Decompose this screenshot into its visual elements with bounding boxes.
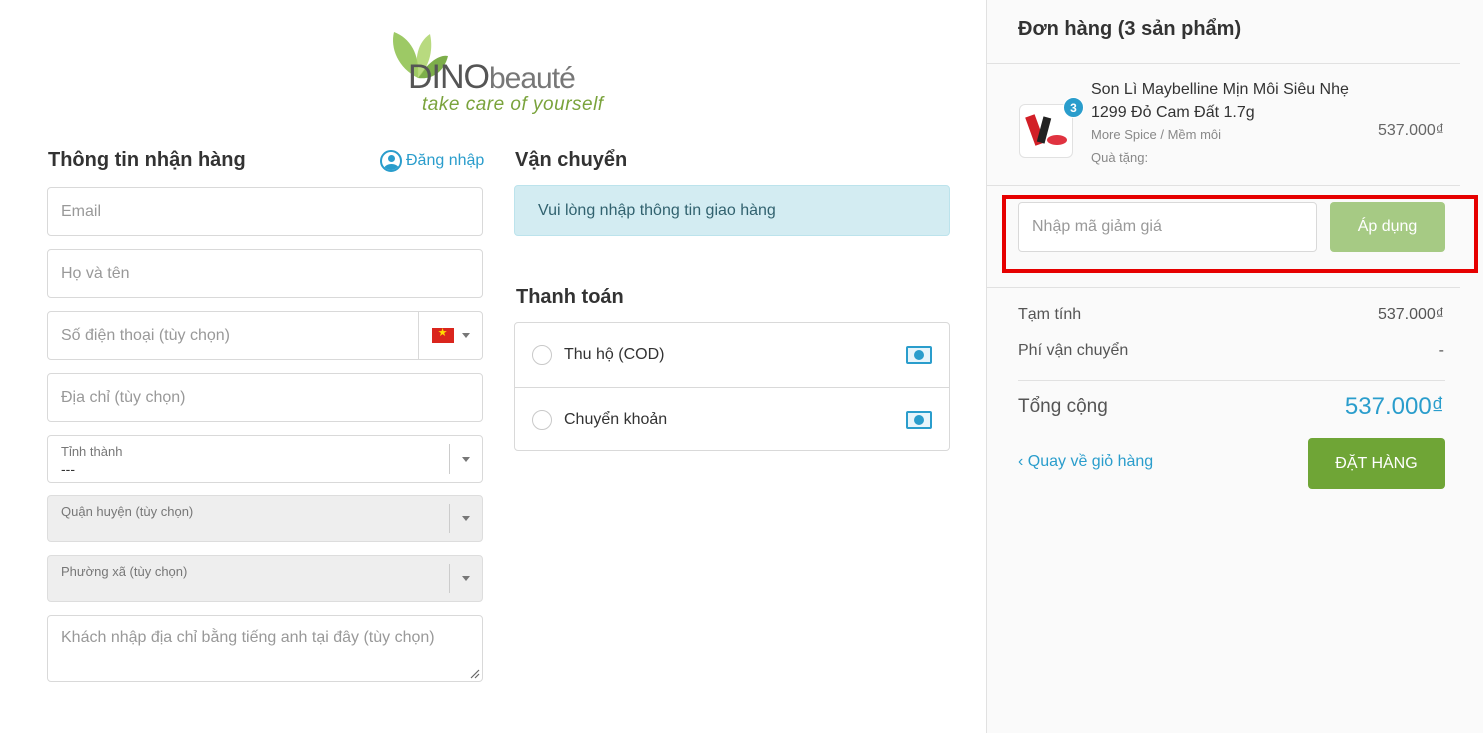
logo-brand-sub: beauté (489, 62, 576, 95)
subtotal-value: 537.000₫ (1377, 306, 1444, 323)
quantity-badge: 3 (1063, 97, 1084, 118)
total-value: 537.000₫ (1344, 393, 1444, 420)
ward-select[interactable]: Phường xã (tùy chọn) (47, 555, 483, 602)
logo-brand-main: DINO (408, 58, 490, 96)
divider (987, 185, 1460, 186)
vietnam-flag-icon (431, 326, 454, 343)
chevron-down-icon (462, 456, 470, 462)
english-address-field[interactable] (47, 615, 483, 682)
resize-handle-icon[interactable] (468, 667, 480, 679)
checkout-page: DINObeauté take care of yourself Thông t… (0, 0, 1483, 733)
english-address-textarea[interactable] (48, 616, 482, 681)
logo-wordmark: DINObeauté (408, 58, 576, 97)
ward-label: Phường xã (tùy chọn) (61, 564, 188, 579)
payment-methods: Thu hộ (COD) Chuyển khoản (514, 322, 950, 451)
lips-shape (1047, 135, 1067, 145)
district-label: Quận huyện (tùy chọn) (61, 504, 194, 519)
district-select[interactable]: Quận huyện (tùy chọn) (47, 495, 483, 542)
address-input[interactable] (48, 374, 482, 421)
chevron-down-icon (462, 516, 470, 521)
payment-option-transfer[interactable]: Chuyển khoản (515, 387, 949, 451)
province-value: --- (61, 461, 75, 477)
fullname-input[interactable] (48, 250, 482, 297)
fullname-field[interactable] (47, 249, 483, 298)
divider (1018, 380, 1445, 381)
user-circle-icon (380, 150, 402, 172)
shipping-fee-label: Phí vận chuyển (1018, 342, 1129, 359)
coupon-field[interactable] (1018, 202, 1317, 252)
logo-tagline: take care of yourself (422, 94, 604, 115)
order-title: Đơn hàng (3 sản phẩm) (1018, 18, 1242, 40)
ward-dropdown-arrow[interactable] (449, 564, 482, 593)
payment-title: Thanh toán (516, 286, 624, 308)
cash-icon (906, 346, 932, 364)
product-gift: Quà tặng: (1091, 150, 1149, 165)
place-order-button[interactable]: ĐẶT HÀNG (1308, 438, 1445, 489)
shipping-notice: Vui lòng nhập thông tin giao hàng (514, 185, 950, 236)
province-select[interactable]: Tỉnh thành --- (47, 435, 483, 483)
product-variant: More Spice / Mềm môi (1091, 127, 1222, 142)
phone-input[interactable] (48, 312, 418, 359)
phone-field[interactable] (47, 311, 483, 360)
cash-icon (906, 410, 932, 429)
subtotal-label: Tạm tính (1018, 306, 1082, 323)
province-dropdown-arrow[interactable] (449, 444, 482, 474)
divider (987, 63, 1460, 64)
product-price: 537.000₫ (1377, 122, 1444, 139)
province-label: Tỉnh thành (61, 444, 123, 459)
login-link[interactable]: Đăng nhập (380, 150, 484, 172)
chevron-down-icon (461, 333, 470, 338)
login-label: Đăng nhập (406, 152, 485, 169)
product-name: Son Lì Maybelline Mịn Môi Siêu Nhẹ 1299 … (1091, 81, 1349, 121)
payment-option-cod[interactable]: Thu hộ (COD) (515, 323, 949, 387)
transfer-label: Chuyển khoản (564, 410, 668, 428)
shipping-fee-value: - (1438, 342, 1444, 359)
shipping-info-title: Thông tin nhận hàng (48, 149, 246, 171)
country-code-select[interactable] (418, 312, 482, 359)
total-label: Tổng cộng (1018, 396, 1108, 417)
dino-beaute-logo[interactable]: DINObeauté take care of yourself (388, 28, 618, 120)
cod-label: Thu hộ (COD) (564, 346, 665, 363)
email-input[interactable] (48, 188, 482, 235)
district-dropdown-arrow[interactable] (449, 504, 482, 533)
chevron-down-icon (462, 576, 470, 581)
divider (987, 287, 1460, 288)
apply-coupon-button[interactable]: Áp dụng (1330, 202, 1445, 252)
transfer-radio[interactable] (532, 409, 552, 430)
shipping-title: Vận chuyển (515, 149, 628, 171)
shipping-notice-text: Vui lòng nhập thông tin giao hàng (538, 201, 776, 219)
email-field[interactable] (47, 187, 483, 236)
back-to-cart-link[interactable]: ‹ Quay về giỏ hàng (1018, 453, 1153, 471)
coupon-input[interactable] (1019, 203, 1316, 251)
cod-radio[interactable] (532, 345, 552, 365)
order-summary-sidebar: Đơn hàng (3 sản phẩm) 3 Son Lì Maybellin… (986, 0, 1483, 733)
address-field[interactable] (47, 373, 483, 422)
